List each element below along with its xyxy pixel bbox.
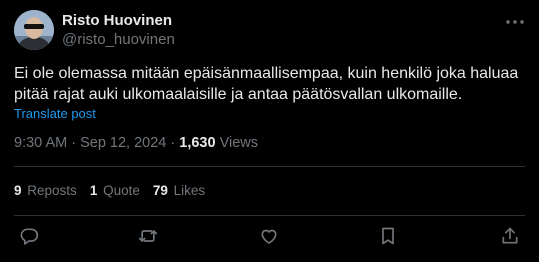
tweet-time[interactable]: 9:30 AM	[14, 135, 67, 151]
divider	[14, 215, 525, 216]
reposts-stat[interactable]: 9 Reposts	[14, 183, 77, 199]
bookmark-button[interactable]	[378, 226, 398, 246]
author-handle[interactable]: @risto_huovinen	[62, 31, 175, 49]
tweet-meta: 9:30 AM · Sep 12, 2024 · 1,630 Views	[14, 134, 258, 152]
bookmark-icon	[382, 227, 394, 245]
more-button[interactable]	[504, 14, 526, 30]
engagement-stats: 9 Reposts 1 Quote 79 Likes	[14, 183, 218, 199]
more-icon	[506, 20, 524, 24]
quotes-count: 1	[89, 183, 98, 198]
reply-icon	[20, 228, 39, 245]
views-count: 1,630	[179, 135, 216, 151]
tweet-text: Ei ole olemassa mitään epäisänmaallisemp…	[14, 65, 519, 103]
like-button[interactable]	[259, 226, 279, 246]
tweet-date[interactable]: Sep 12, 2024	[80, 135, 166, 151]
author-name[interactable]: Risto Huovinen	[62, 12, 172, 30]
reply-button[interactable]	[19, 226, 39, 246]
action-bar	[0, 226, 539, 248]
share-button[interactable]	[500, 226, 520, 246]
repost-button[interactable]	[138, 226, 158, 246]
reposts-label: Reposts	[27, 183, 77, 198]
reposts-count: 9	[14, 183, 22, 198]
likes-count: 79	[152, 183, 168, 198]
likes-label: Likes	[173, 183, 206, 198]
like-icon	[261, 229, 277, 244]
divider	[14, 166, 525, 167]
repost-icon	[138, 230, 158, 242]
meta-separator: ·	[166, 135, 180, 151]
views-label: Views	[219, 135, 259, 151]
avatar[interactable]	[14, 10, 54, 50]
share-icon	[502, 227, 518, 244]
tweet: Risto Huovinen @risto_huovinen Ei ole ol…	[0, 0, 539, 262]
meta-separator: ·	[67, 135, 81, 151]
quotes-label: Quote	[103, 183, 140, 198]
likes-stat[interactable]: 79 Likes	[153, 183, 205, 199]
quotes-stat[interactable]: 1 Quote	[90, 183, 140, 199]
translate-post-link[interactable]: Translate post	[14, 106, 96, 122]
